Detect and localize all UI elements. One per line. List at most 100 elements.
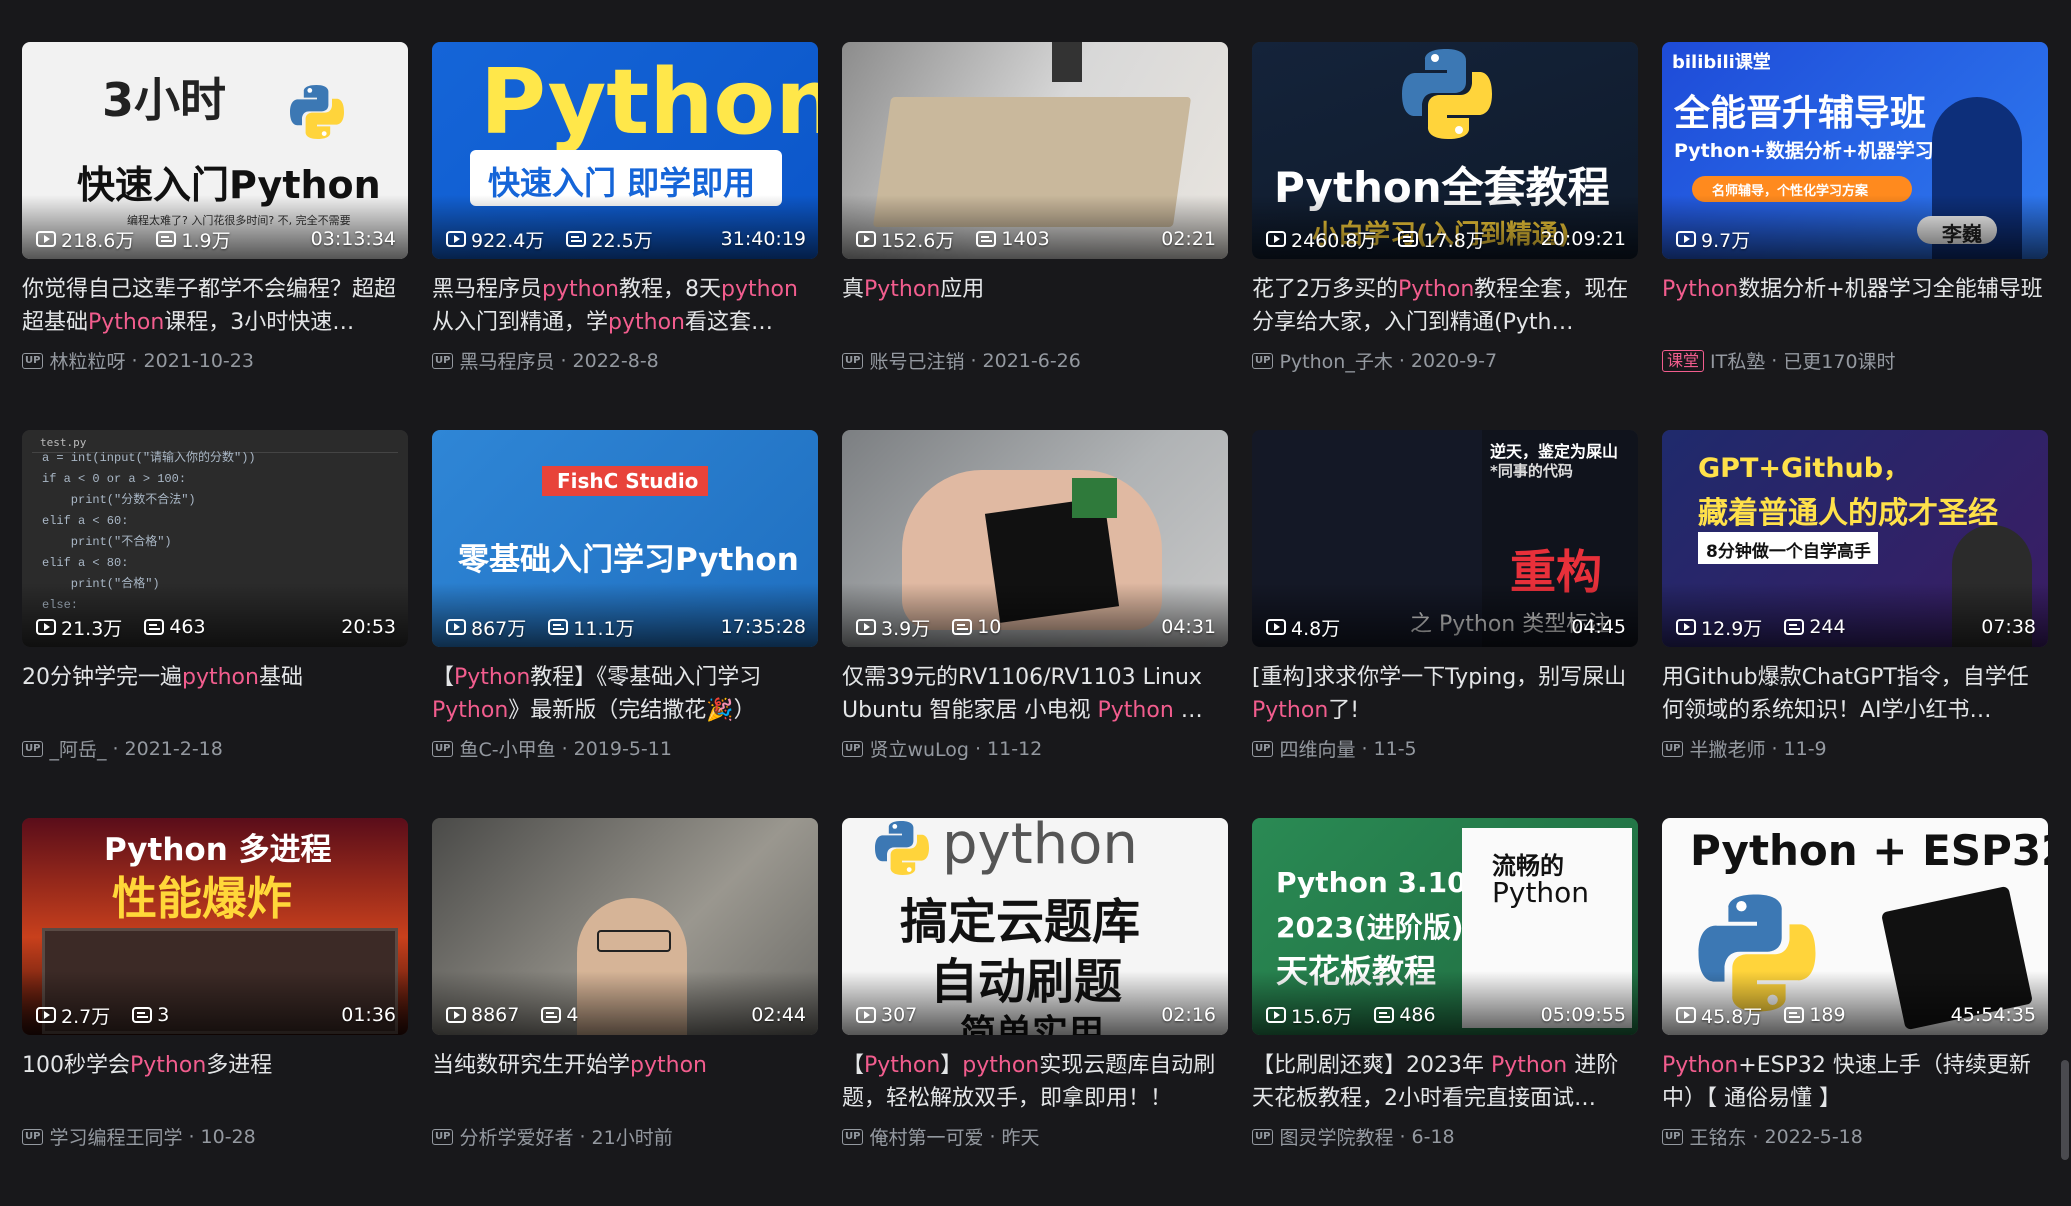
video-meta[interactable]: UP 贤立wuLog · 11-12: [842, 735, 1228, 762]
uploader-name[interactable]: 俺村第一可爱: [869, 1123, 983, 1150]
uploader-name[interactable]: 分析学爱好者: [459, 1123, 573, 1150]
video-title[interactable]: Python数据分析+机器学习全能辅导班: [1662, 273, 2048, 339]
video-meta[interactable]: UP _阿岳_ · 2021-2-18: [22, 735, 408, 762]
video-card[interactable]: 8867 4 02:44 当纯数研究生开始学python UP 分析学爱好者 ·…: [432, 818, 818, 1206]
publish-date: 11-12: [987, 737, 1043, 760]
scrollbar[interactable]: [2059, 0, 2071, 1167]
video-card[interactable]: Python 3.102023(进阶版)天花板教程流畅的Python 15.6万…: [1252, 818, 1638, 1206]
video-title[interactable]: 当纯数研究生开始学python: [432, 1049, 818, 1115]
video-thumbnail[interactable]: python搞定云题库自动刷题简单实用 307 02:16: [842, 818, 1228, 1035]
danmaku-icon: [566, 231, 587, 247]
video-card[interactable]: bilibili课堂 全能晋升辅导班 Python+数据分析+机器学习 名师辅导，个性…: [1662, 42, 2048, 430]
keyword-highlight: Python: [1252, 698, 1329, 723]
video-thumbnail[interactable]: FishC Studio 零基础入门学习Python 867万 11.1万 17:…: [432, 430, 818, 647]
video-meta[interactable]: UP 分析学爱好者 · 21小时前: [432, 1123, 818, 1150]
video-title[interactable]: 真Python应用: [842, 273, 1228, 339]
video-meta[interactable]: UP Python_子木 · 2020-9-7: [1252, 347, 1638, 374]
video-thumbnail[interactable]: 8867 4 02:44: [432, 818, 818, 1035]
video-thumbnail[interactable]: Python全套教程小白学习(入门到精通) 2460.8万 17.8万 20:0…: [1252, 42, 1638, 259]
video-meta[interactable]: UP 林粒粒呀 · 2021-10-23: [22, 347, 408, 374]
meta-separator: ·: [974, 737, 982, 760]
danmaku-count: 22.5万: [591, 229, 653, 252]
video-thumbnail[interactable]: 逆天，鉴定为屎山*同事的代码重构之 Python 类型标注 4.8万 04:45: [1252, 430, 1638, 647]
video-card[interactable]: Python全套教程小白学习(入门到精通) 2460.8万 17.8万 20:0…: [1252, 42, 1638, 430]
publish-date: 21小时前: [591, 1127, 673, 1149]
video-title[interactable]: 20分钟学完一遍python基础: [22, 661, 408, 727]
video-card[interactable]: 逆天，鉴定为屎山*同事的代码重构之 Python 类型标注 4.8万 04:45…: [1252, 430, 1638, 818]
uploader-name[interactable]: 黑马程序员: [459, 347, 554, 374]
uploader-name[interactable]: _阿岳_: [49, 735, 106, 762]
play-stat: 21.3万: [36, 614, 122, 641]
video-meta[interactable]: UP 俺村第一可爱 · 昨天: [842, 1123, 1228, 1150]
uploader-name[interactable]: 图灵学院教程: [1279, 1123, 1393, 1150]
uploader-name[interactable]: 王铭东: [1689, 1123, 1746, 1150]
video-title[interactable]: 仅需39元的RV1106/RV1103 Linux Ubuntu 智能家居 小电…: [842, 661, 1228, 727]
video-meta[interactable]: UP 黑马程序员 · 2022-8-8: [432, 347, 818, 374]
video-meta[interactable]: UP 账号已注销 · 2021-6-26: [842, 347, 1228, 374]
play-count: 922.4万: [471, 229, 545, 252]
video-thumbnail[interactable]: Python + ESP32 45.8万 189 45:54:35: [1662, 818, 2048, 1035]
title-segment: 【比刷剧还爽】2023年: [1252, 1053, 1491, 1078]
video-thumbnail[interactable]: 152.6万 1403 02:21: [842, 42, 1228, 259]
video-card[interactable]: 3.9万 10 04:31 仅需39元的RV1106/RV1103 Linux …: [842, 430, 1228, 818]
uploader-name[interactable]: 四维向量: [1279, 735, 1355, 762]
video-meta[interactable]: UP 四维向量 · 11-5: [1252, 735, 1638, 762]
video-card[interactable]: Python + ESP32 45.8万 189 45:54:35 Python…: [1662, 818, 2048, 1206]
video-thumbnail[interactable]: test.py a = int(input("请输入你的分数")) if a < …: [22, 430, 408, 647]
video-meta[interactable]: UP 图灵学院教程 · 6-18: [1252, 1123, 1638, 1150]
uploader-name[interactable]: 林粒粒呀: [49, 347, 125, 374]
uploader-name[interactable]: 贤立wuLog: [869, 735, 969, 762]
danmaku-stat: 1403: [976, 228, 1050, 250]
danmaku-count: 4: [566, 1004, 579, 1026]
video-thumbnail[interactable]: bilibili课堂 全能晋升辅导班 Python+数据分析+机器学习 名师辅导，个性…: [1662, 42, 2048, 259]
video-card[interactable]: 3小时 快速入门Python编程太难了? 入门花很多时间? 不, 完全不需要 2…: [22, 42, 408, 430]
video-meta[interactable]: UP 学习编程王同学 · 10-28: [22, 1123, 408, 1150]
video-card[interactable]: python搞定云题库自动刷题简单实用 307 02:16 【Python】py…: [842, 818, 1228, 1206]
danmaku-count: 17.8万: [1423, 229, 1485, 252]
uploader-name[interactable]: IT私塾: [1710, 347, 1765, 374]
video-meta[interactable]: UP 鱼C-小甲鱼 · 2019-5-11: [432, 735, 818, 762]
video-title[interactable]: 【比刷剧还爽】2023年 Python 进阶天花板教程，2小时看完直接面试…: [1252, 1049, 1638, 1115]
video-title[interactable]: 【Python】python实现云题库自动刷题，轻松解放双手，即拿即用！！: [842, 1049, 1228, 1115]
uploader-name[interactable]: Python_子木: [1279, 347, 1392, 374]
video-thumbnail[interactable]: Python 3.102023(进阶版)天花板教程流畅的Python 15.6万…: [1252, 818, 1638, 1035]
video-card[interactable]: Python 多进程 性能爆炸 2.7万 3 01:36 100秒学会Python…: [22, 818, 408, 1206]
video-thumbnail[interactable]: 3.9万 10 04:31: [842, 430, 1228, 647]
uploader-name[interactable]: 学习编程王同学: [49, 1123, 182, 1150]
video-card[interactable]: test.py a = int(input("请输入你的分数")) if a < …: [22, 430, 408, 818]
video-title[interactable]: [重构]求求你学一下Typing，别写屎山 Python了!: [1252, 661, 1638, 727]
scrollbar-thumb[interactable]: [2061, 1060, 2069, 1160]
video-duration: 20:53: [341, 616, 396, 638]
video-thumbnail[interactable]: Python 快速入门 即学即用 922.4万 22.5万 31:40:19: [432, 42, 818, 259]
uploader-name[interactable]: 半撇老师: [1689, 735, 1765, 762]
uploader-name[interactable]: 账号已注销: [869, 347, 964, 374]
video-meta[interactable]: 课堂 IT私塾 · 已更170课时: [1662, 347, 2048, 374]
video-title[interactable]: 【Python教程】《零基础入门学习Python》最新版（完结撒花🎉）: [432, 661, 818, 727]
video-card[interactable]: GPT+Github， 藏着普通人的成才圣经 8分钟做一个自学高手 12.9万 24…: [1662, 430, 2048, 818]
meta-separator: ·: [970, 349, 977, 372]
uploader-name[interactable]: 鱼C-小甲鱼: [459, 735, 555, 762]
video-title[interactable]: Python+ESP32 快速上手（持续更新中）【 通俗易懂 】: [1662, 1049, 2048, 1115]
video-title[interactable]: 花了2万多买的Python教程全套，现在分享给大家，入门到精通(Pyth…: [1252, 273, 1638, 339]
play-count-icon: [446, 619, 466, 635]
video-stats: 152.6万 1403 02:21: [856, 227, 1216, 252]
video-title[interactable]: 100秒学会Python多进程: [22, 1049, 408, 1115]
video-stats: 8867 4 02:44: [446, 1003, 806, 1027]
video-meta[interactable]: UP 半撇老师 · 11-9: [1662, 735, 2048, 762]
meta-separator: ·: [560, 349, 567, 372]
video-card[interactable]: Python 快速入门 即学即用 922.4万 22.5万 31:40:19 黑马…: [432, 42, 818, 430]
up-icon: UP: [842, 740, 864, 757]
video-thumbnail[interactable]: Python 多进程 性能爆炸 2.7万 3 01:36: [22, 818, 408, 1035]
video-meta[interactable]: UP 王铭东 · 2022-5-18: [1662, 1123, 2048, 1150]
video-card[interactable]: 152.6万 1403 02:21 真Python应用 UP 账号已注销 · 2…: [842, 42, 1228, 430]
video-card[interactable]: FishC Studio 零基础入门学习Python 867万 11.1万 17:…: [432, 430, 818, 818]
video-thumbnail[interactable]: GPT+Github， 藏着普通人的成才圣经 8分钟做一个自学高手 12.9万 24…: [1662, 430, 2048, 647]
thumb-text: Python + ESP32: [1690, 826, 2048, 875]
video-title[interactable]: 你觉得自己这辈子都学不会编程？超超超基础Python课程，3小时快速…: [22, 273, 408, 339]
video-thumbnail[interactable]: 3小时 快速入门Python编程太难了? 入门花很多时间? 不, 完全不需要 2…: [22, 42, 408, 259]
meta-separator: ·: [1752, 1125, 1759, 1148]
keyword-highlight: Python: [1662, 277, 1739, 302]
play-count: 21.3万: [61, 617, 123, 640]
video-title[interactable]: 用Github爆款ChatGPT指令，自学任何领域的系统知识！AI学小红书…: [1662, 661, 2048, 727]
video-title[interactable]: 黑马程序员python教程，8天python从入门到精通，学python看这套…: [432, 273, 818, 339]
